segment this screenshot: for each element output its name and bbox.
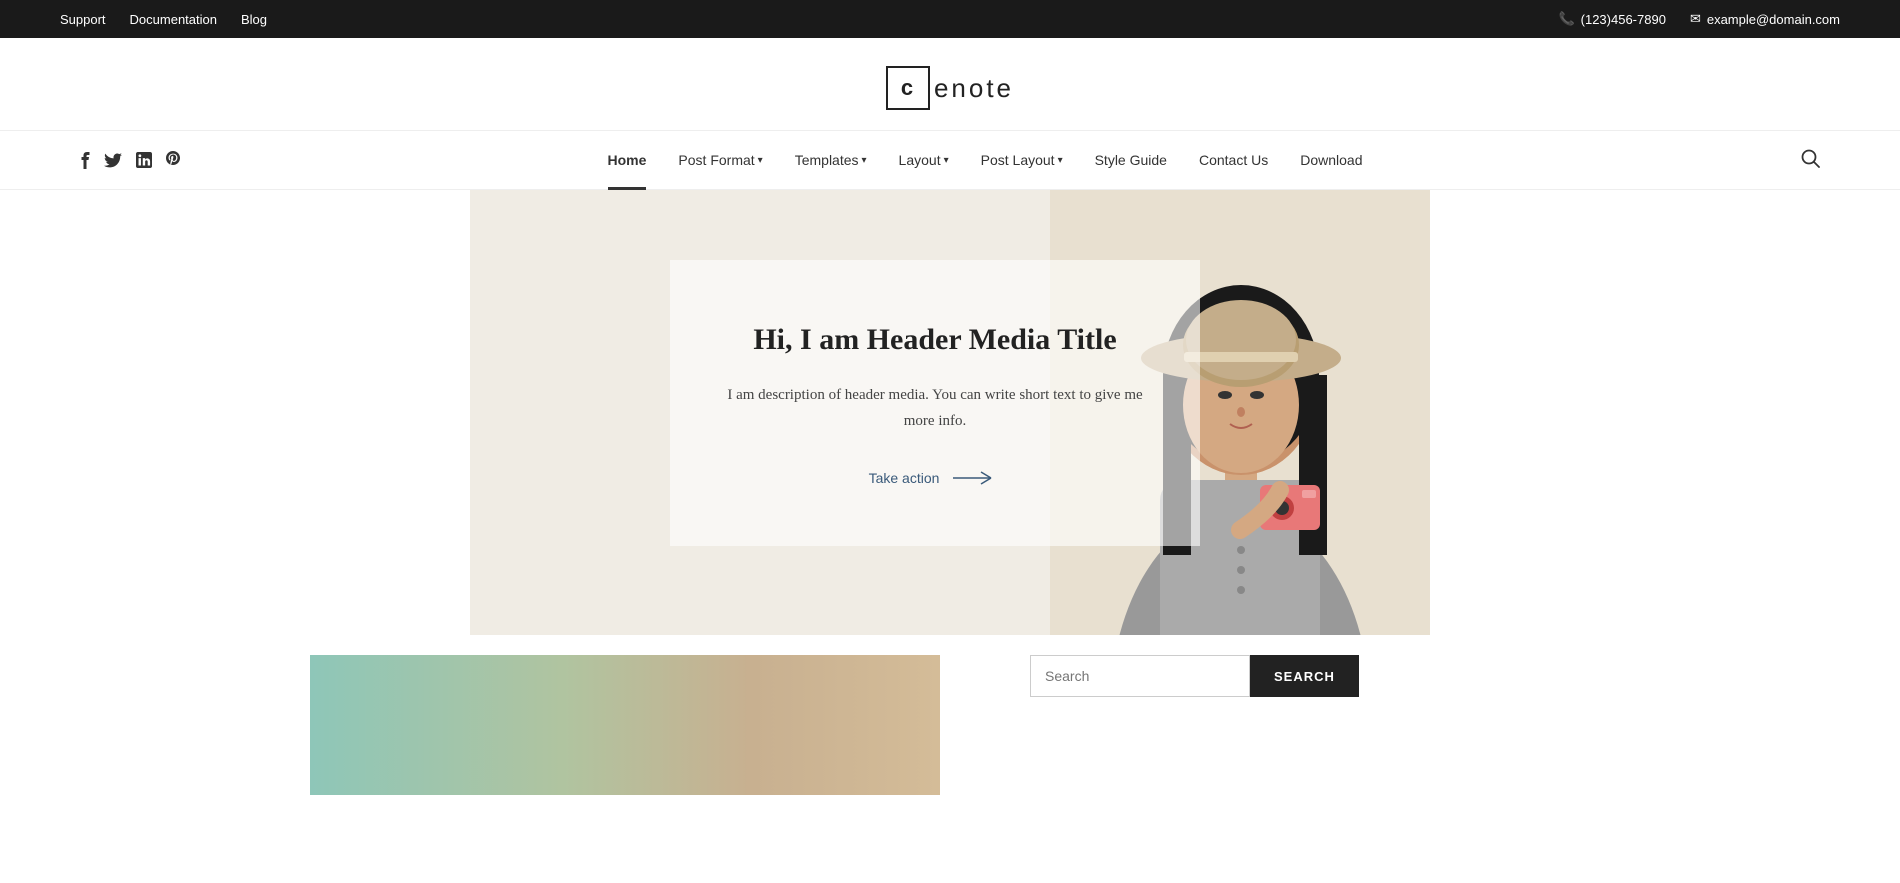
hero-cta-label: Take action: [869, 470, 940, 486]
search-toggle-button[interactable]: [1800, 148, 1820, 173]
site-header: C enote: [0, 38, 1900, 130]
hero-title: Hi, I am Header Media Title: [720, 320, 1150, 359]
nav-templates[interactable]: Templates ▾: [779, 130, 883, 190]
support-link[interactable]: Support: [60, 12, 106, 27]
email-info: ✉ example@domain.com: [1690, 11, 1840, 27]
nav-home[interactable]: Home: [592, 130, 663, 190]
logo-box: C: [886, 66, 930, 110]
templates-chevron: ▾: [862, 155, 867, 166]
phone-number: (123)456-7890: [1581, 12, 1666, 27]
nav-download[interactable]: Download: [1284, 130, 1378, 190]
facebook-link[interactable]: [80, 151, 90, 169]
documentation-link[interactable]: Documentation: [130, 12, 217, 27]
top-bar: Support Documentation Blog 📞 (123)456-78…: [0, 0, 1900, 38]
nav-contact-us[interactable]: Contact Us: [1183, 130, 1284, 190]
hero-cta-button[interactable]: Take action: [720, 470, 1150, 486]
search-input[interactable]: [1030, 655, 1250, 697]
hero-description: I am description of header media. You ca…: [720, 383, 1150, 434]
nav-layout[interactable]: Layout ▾: [883, 130, 965, 190]
post-format-chevron: ▾: [758, 155, 763, 166]
hero-content-box: Hi, I am Header Media Title I am descrip…: [670, 260, 1200, 546]
cta-arrow-icon: [953, 470, 1001, 486]
main-nav: Home Post Format ▾ Templates ▾ Layout ▾ …: [592, 130, 1379, 190]
post-layout-chevron: ▾: [1058, 155, 1063, 166]
email-address: example@domain.com: [1707, 12, 1840, 27]
search-area: SEARCH: [1030, 655, 1900, 697]
linkedin-link[interactable]: [136, 152, 152, 168]
pinterest-link[interactable]: [166, 151, 180, 169]
phone-info: 📞 (123)456-7890: [1558, 11, 1665, 27]
email-icon: ✉: [1690, 11, 1701, 27]
search-button[interactable]: SEARCH: [1250, 655, 1359, 697]
site-logo[interactable]: C enote: [886, 66, 1014, 110]
nav-wrapper: Home Post Format ▾ Templates ▾ Layout ▾ …: [0, 130, 1900, 190]
nav-post-format[interactable]: Post Format ▾: [662, 130, 778, 190]
nav-style-guide[interactable]: Style Guide: [1079, 130, 1183, 190]
top-bar-links: Support Documentation Blog: [60, 12, 267, 27]
twitter-link[interactable]: [104, 153, 122, 168]
hero-section: Hi, I am Header Media Title I am descrip…: [470, 190, 1430, 635]
nav-post-layout[interactable]: Post Layout ▾: [965, 130, 1079, 190]
logo-text: enote: [934, 73, 1014, 104]
phone-icon: 📞: [1558, 11, 1574, 27]
layout-chevron: ▾: [944, 155, 949, 166]
top-bar-contact: 📞 (123)456-7890 ✉ example@domain.com: [1558, 11, 1840, 27]
bottom-images-area: [310, 655, 940, 795]
blog-link[interactable]: Blog: [241, 12, 267, 27]
bottom-section: SEARCH: [0, 635, 1900, 795]
social-icons: [80, 151, 180, 169]
